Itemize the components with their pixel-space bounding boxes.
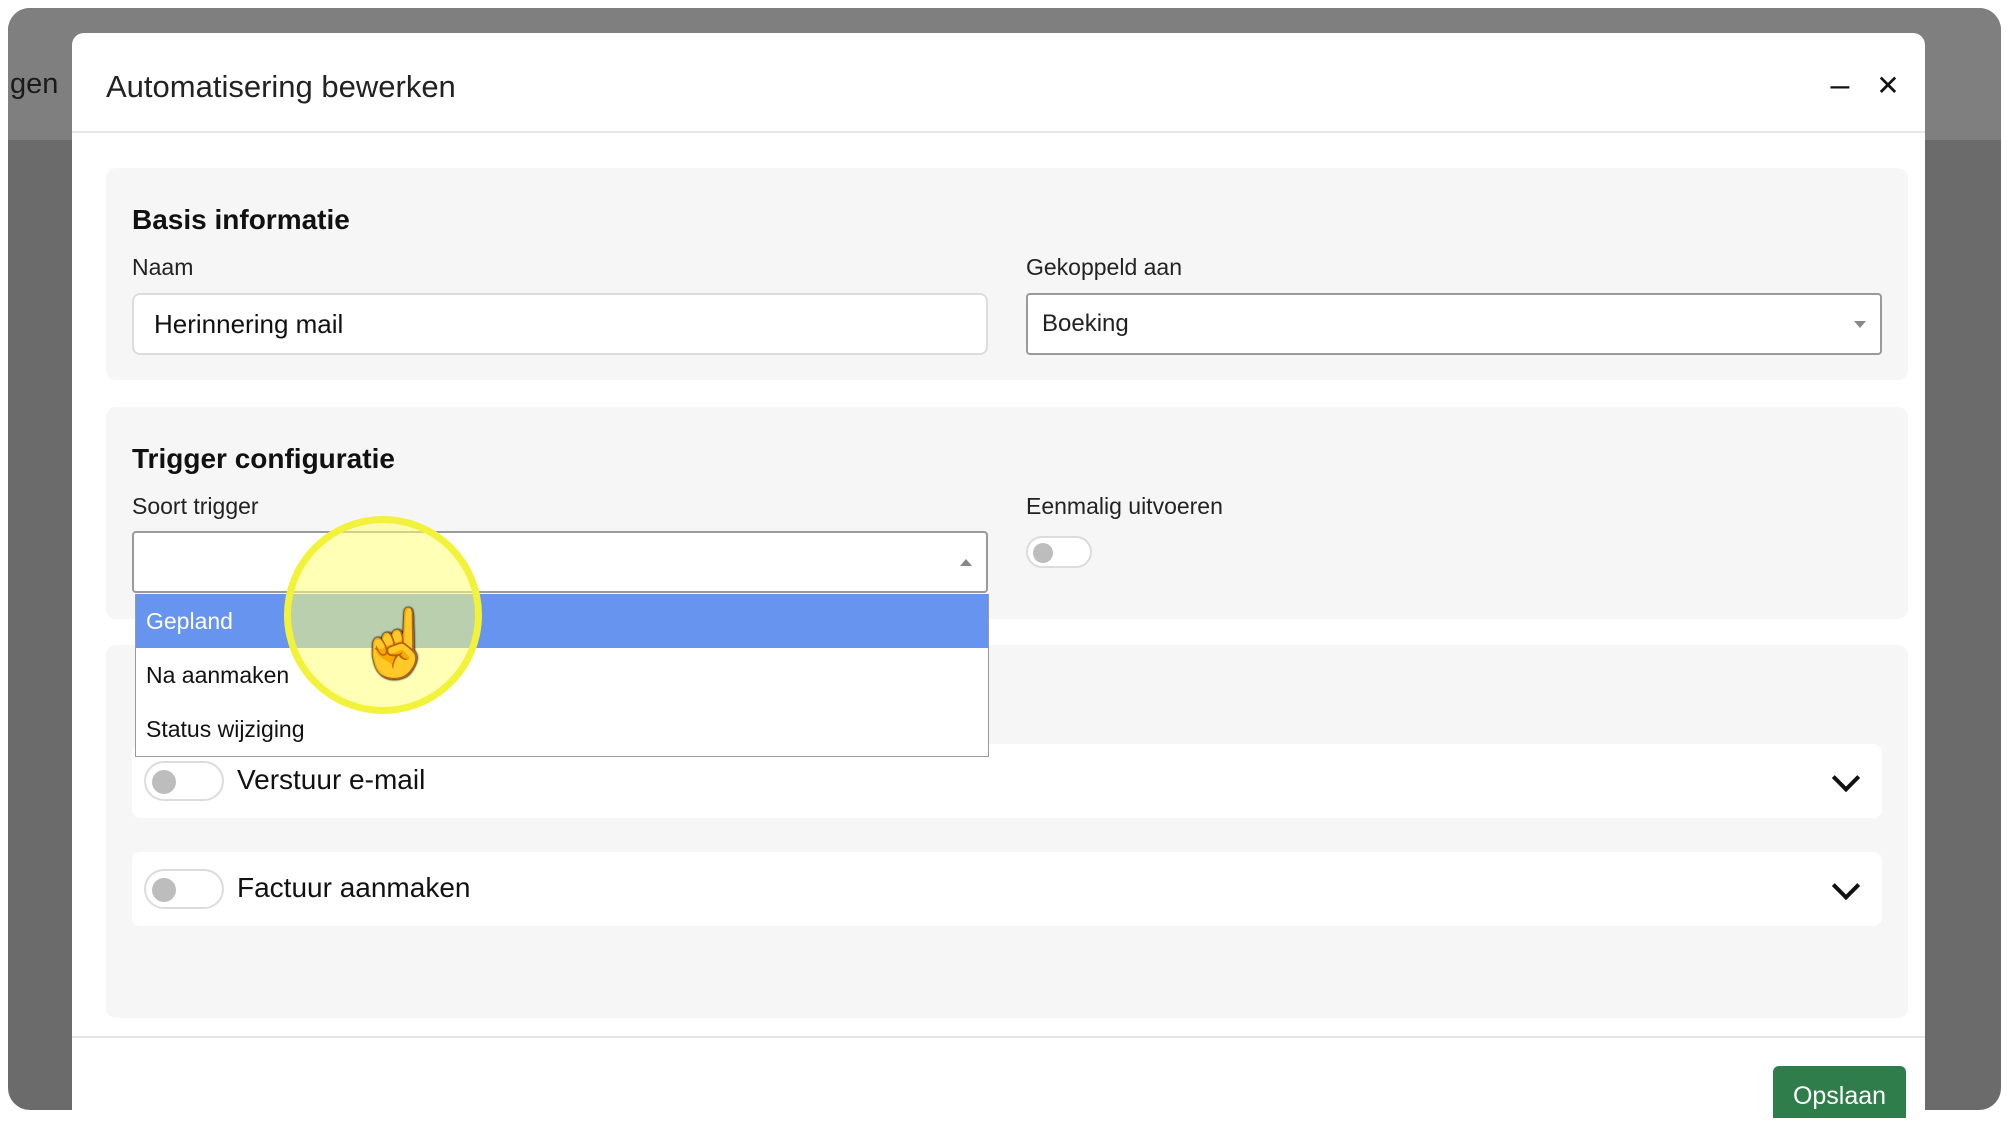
soort-trigger-dropdown: Gepland Na aanmaken Status wijziging (135, 594, 989, 757)
eenmalig-toggle[interactable] (1026, 536, 1092, 568)
option-na-aanmaken[interactable]: Na aanmaken (136, 648, 988, 702)
basis-informatie-panel: Basis informatie Naam Herinnering mail G… (106, 168, 1908, 380)
hand-pointer-icon: ☝ (355, 606, 438, 680)
soort-trigger-label: Soort trigger (132, 493, 259, 519)
toggle-knob (152, 878, 176, 902)
toggle-knob (152, 770, 176, 794)
caret-up-icon (960, 559, 972, 566)
modal-title: Automatisering bewerken (106, 69, 456, 104)
background-partial-text: gen (10, 68, 59, 100)
verstuur-email-toggle[interactable] (144, 761, 224, 801)
naam-label: Naam (132, 254, 194, 280)
verstuur-email-label: Verstuur e-mail (237, 764, 426, 795)
minimize-icon[interactable]: – (1818, 63, 1862, 107)
chevron-down-icon[interactable] (1831, 763, 1861, 793)
option-status-wijziging[interactable]: Status wijziging (136, 702, 988, 756)
factuur-aanmaken-label: Factuur aanmaken (237, 872, 471, 903)
close-icon[interactable]: ✕ (1866, 63, 1910, 107)
action-row-factuur-aanmaken[interactable]: Factuur aanmaken (132, 852, 1882, 926)
eenmalig-label: Eenmalig uitvoeren (1026, 493, 1223, 519)
caret-down-icon (1854, 321, 1866, 328)
naam-input[interactable]: Herinnering mail (132, 293, 988, 355)
toggle-knob (1033, 543, 1053, 563)
gekoppeld-label: Gekoppeld aan (1026, 254, 1183, 280)
footer-divider (72, 1036, 1925, 1038)
gekoppeld-select[interactable]: Boeking (1026, 293, 1882, 355)
option-gepland[interactable]: Gepland (136, 594, 988, 648)
gekoppeld-value: Boeking (1042, 310, 1129, 337)
chevron-down-icon[interactable] (1831, 871, 1861, 901)
save-button[interactable]: Opslaan (1773, 1066, 1906, 1118)
trigger-section-title: Trigger configuratie (132, 443, 395, 474)
basis-section-title: Basis informatie (132, 204, 350, 235)
factuur-aanmaken-toggle[interactable] (144, 869, 224, 909)
modal-header: Automatisering bewerken – ✕ (72, 33, 1925, 133)
soort-trigger-select[interactable] (132, 531, 988, 593)
